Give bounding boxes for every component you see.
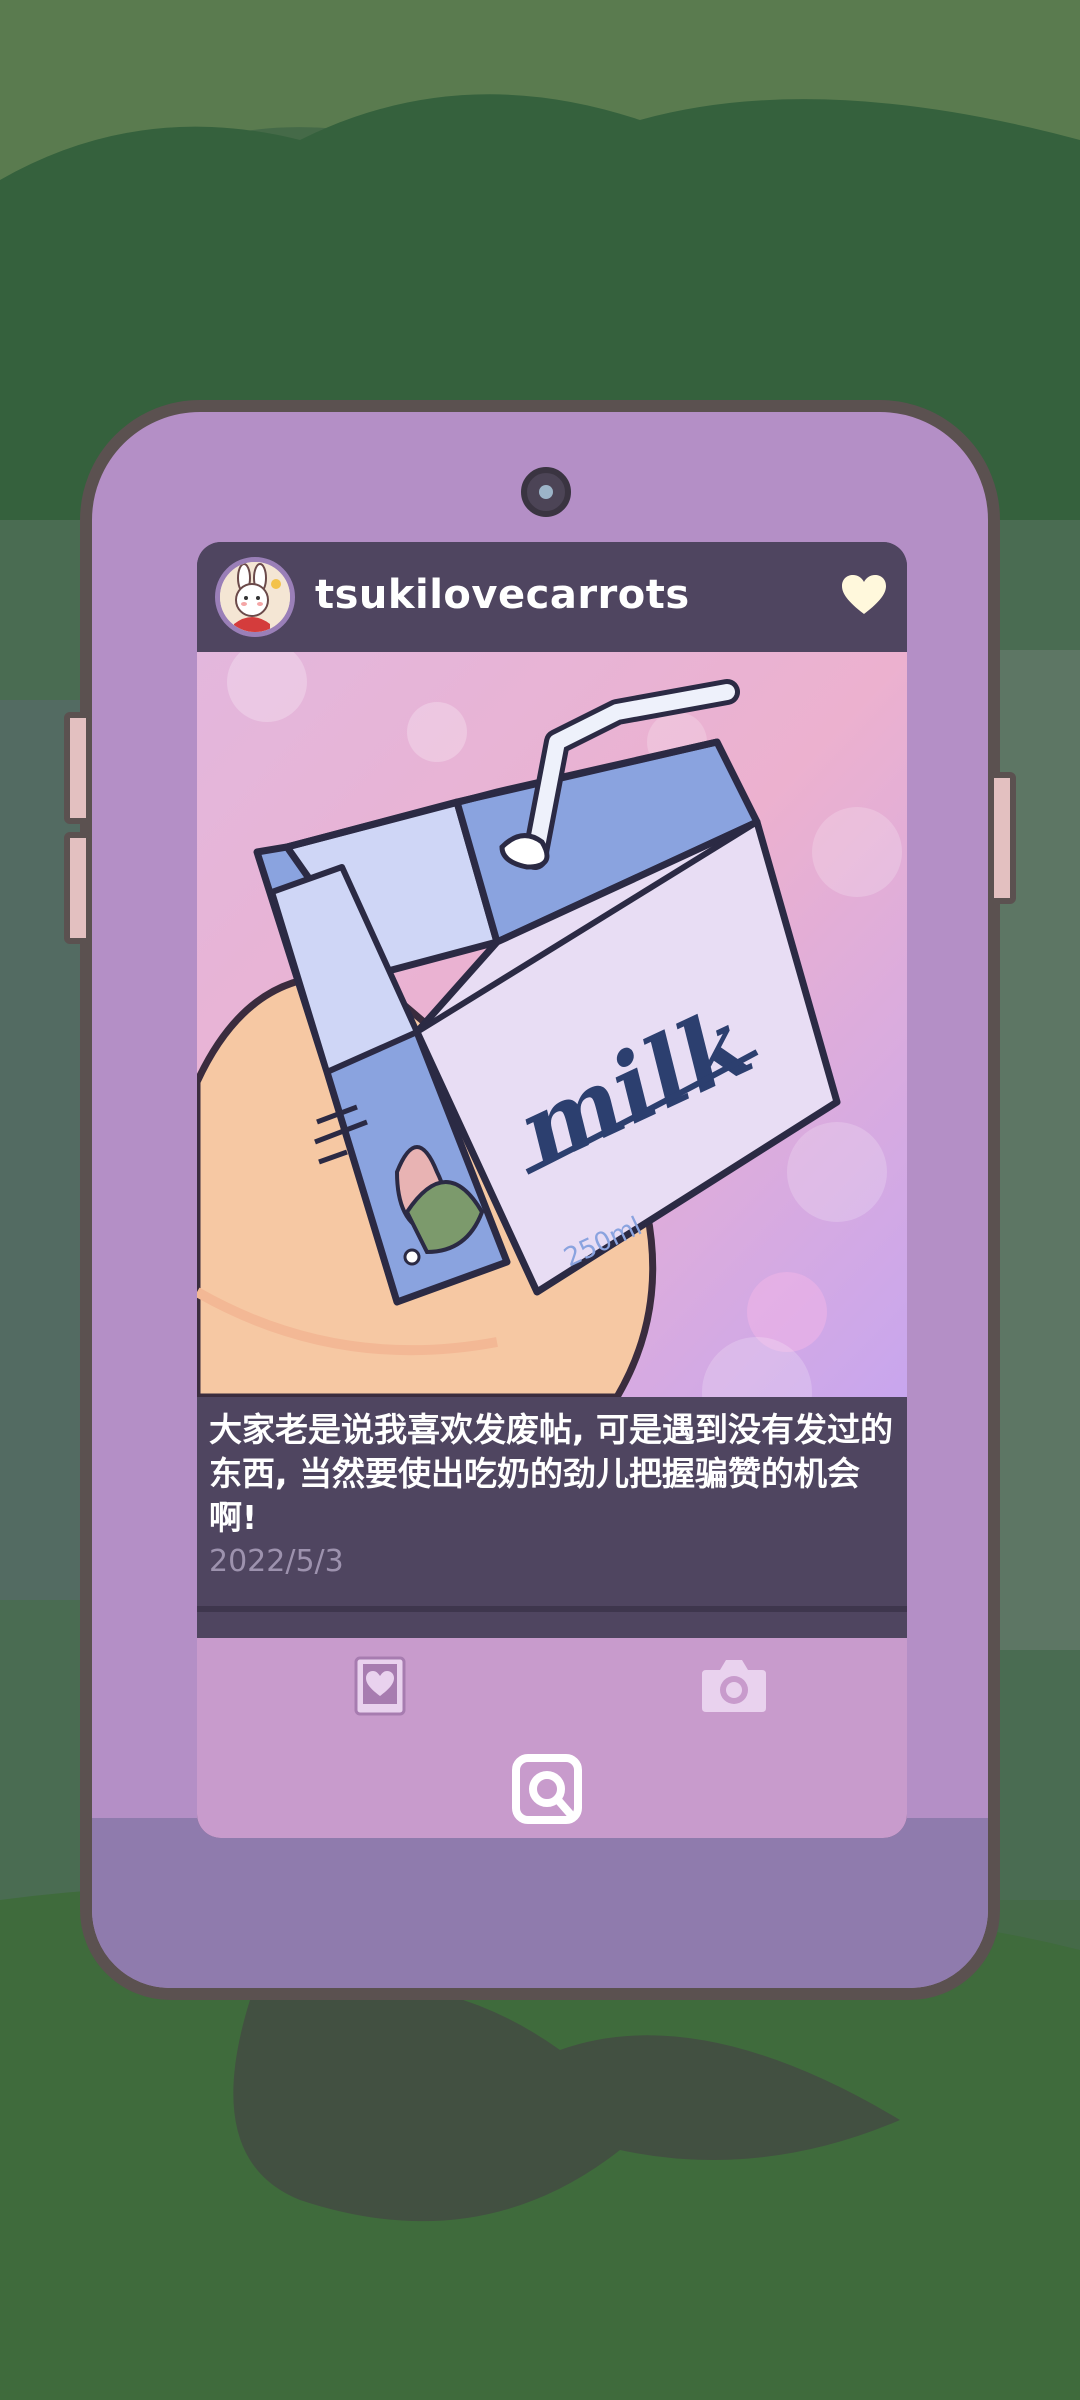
avatar[interactable] xyxy=(215,557,295,637)
post-date: 2022/5/3 xyxy=(209,1544,344,1579)
phone-side-button-left-bottom xyxy=(64,832,92,944)
username[interactable]: tsukilovecarrots xyxy=(315,572,690,618)
journal-heart-icon[interactable] xyxy=(354,1656,406,1716)
phone-side-button-left-top xyxy=(64,712,92,824)
phone-device: tsukilovecarrots milk 250ml 大家老是说我喜欢发废帖,… xyxy=(64,400,1016,2000)
heart-icon[interactable] xyxy=(841,574,887,616)
bottom-tab-bar xyxy=(197,1638,907,1838)
camera-icon[interactable] xyxy=(700,1656,768,1714)
bunny-avatar-icon xyxy=(220,562,290,632)
front-camera xyxy=(521,467,571,517)
phone-bottom-shade xyxy=(92,1818,988,1988)
phone-screen: tsukilovecarrots milk 250ml 大家老是说我喜欢发废帖,… xyxy=(197,542,907,1838)
post-divider xyxy=(197,1606,907,1612)
post-caption: 大家老是说我喜欢发废帖, 可是遇到没有发过的东西, 当然要使出吃奶的劲儿把握骗赞… xyxy=(209,1410,894,1537)
phone-side-button-right xyxy=(988,772,1016,904)
post-image[interactable]: milk 250ml xyxy=(197,652,907,1397)
post-header: tsukilovecarrots xyxy=(197,542,907,652)
app-home-icon[interactable] xyxy=(512,1754,582,1824)
